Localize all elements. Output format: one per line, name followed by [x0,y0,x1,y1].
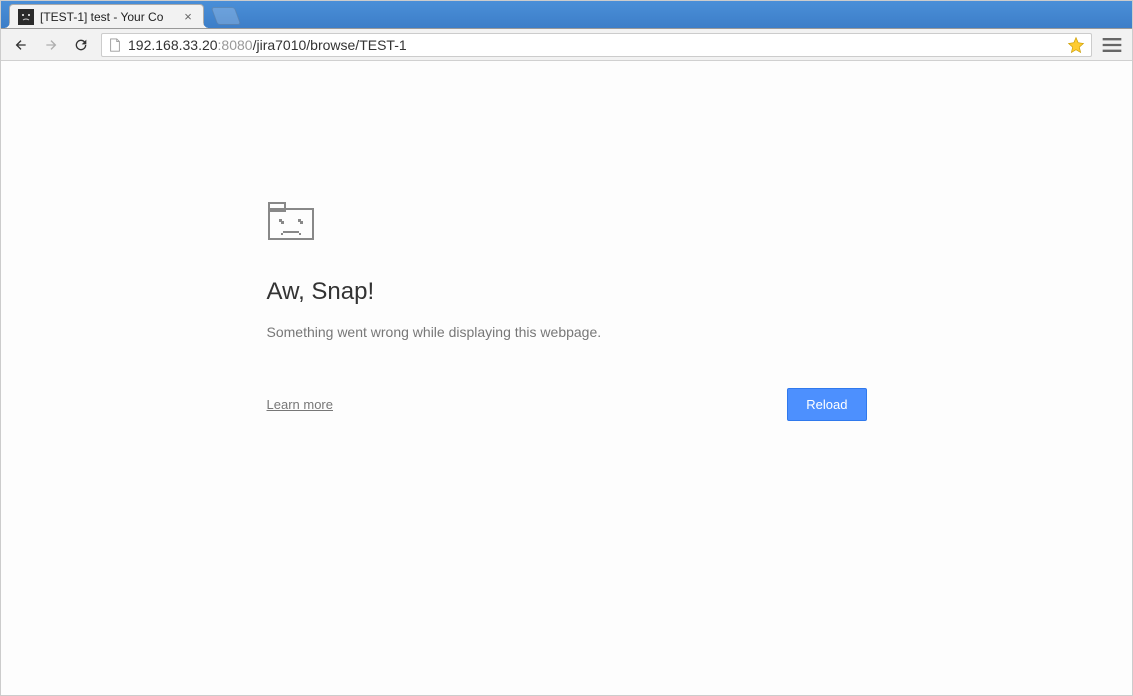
reload-button[interactable]: Reload [787,388,866,421]
tab-bar: [TEST-1] test - Your Co × [1,1,1132,29]
tab-close-icon[interactable]: × [181,10,195,24]
hamburger-icon [1098,31,1126,59]
toolbar: 192.168.33.20:8080/jira7010/browse/TEST-… [1,29,1132,61]
page-icon [108,38,122,52]
url-path: /jira7010/browse/TEST-1 [253,37,407,53]
url-text: 192.168.33.20:8080/jira7010/browse/TEST-… [128,37,1067,53]
reload-icon [73,37,89,53]
browser-tab[interactable]: [TEST-1] test - Your Co × [9,4,204,28]
sad-folder-icon [267,201,317,241]
bookmark-button[interactable] [1067,36,1085,54]
favicon-sad-icon [18,9,34,25]
back-arrow-icon [13,37,29,53]
error-actions: Learn more Reload [267,388,867,421]
page-content: Aw, Snap! Something went wrong while dis… [1,61,1132,695]
address-bar[interactable]: 192.168.33.20:8080/jira7010/browse/TEST-… [101,33,1092,57]
url-host: 192.168.33.20 [128,37,218,53]
back-button[interactable] [7,32,35,58]
error-block: Aw, Snap! Something went wrong while dis… [267,201,867,421]
reload-nav-button[interactable] [67,32,95,58]
error-title: Aw, Snap! [267,278,867,306]
learn-more-link[interactable]: Learn more [267,397,333,412]
star-icon [1067,36,1085,54]
forward-button [37,32,65,58]
url-port: :8080 [218,37,253,53]
forward-arrow-icon [43,37,59,53]
error-message: Something went wrong while displaying th… [267,324,867,340]
browser-menu-button[interactable] [1098,32,1126,58]
tab-title: [TEST-1] test - Your Co [40,10,177,24]
new-tab-button[interactable] [211,7,242,25]
